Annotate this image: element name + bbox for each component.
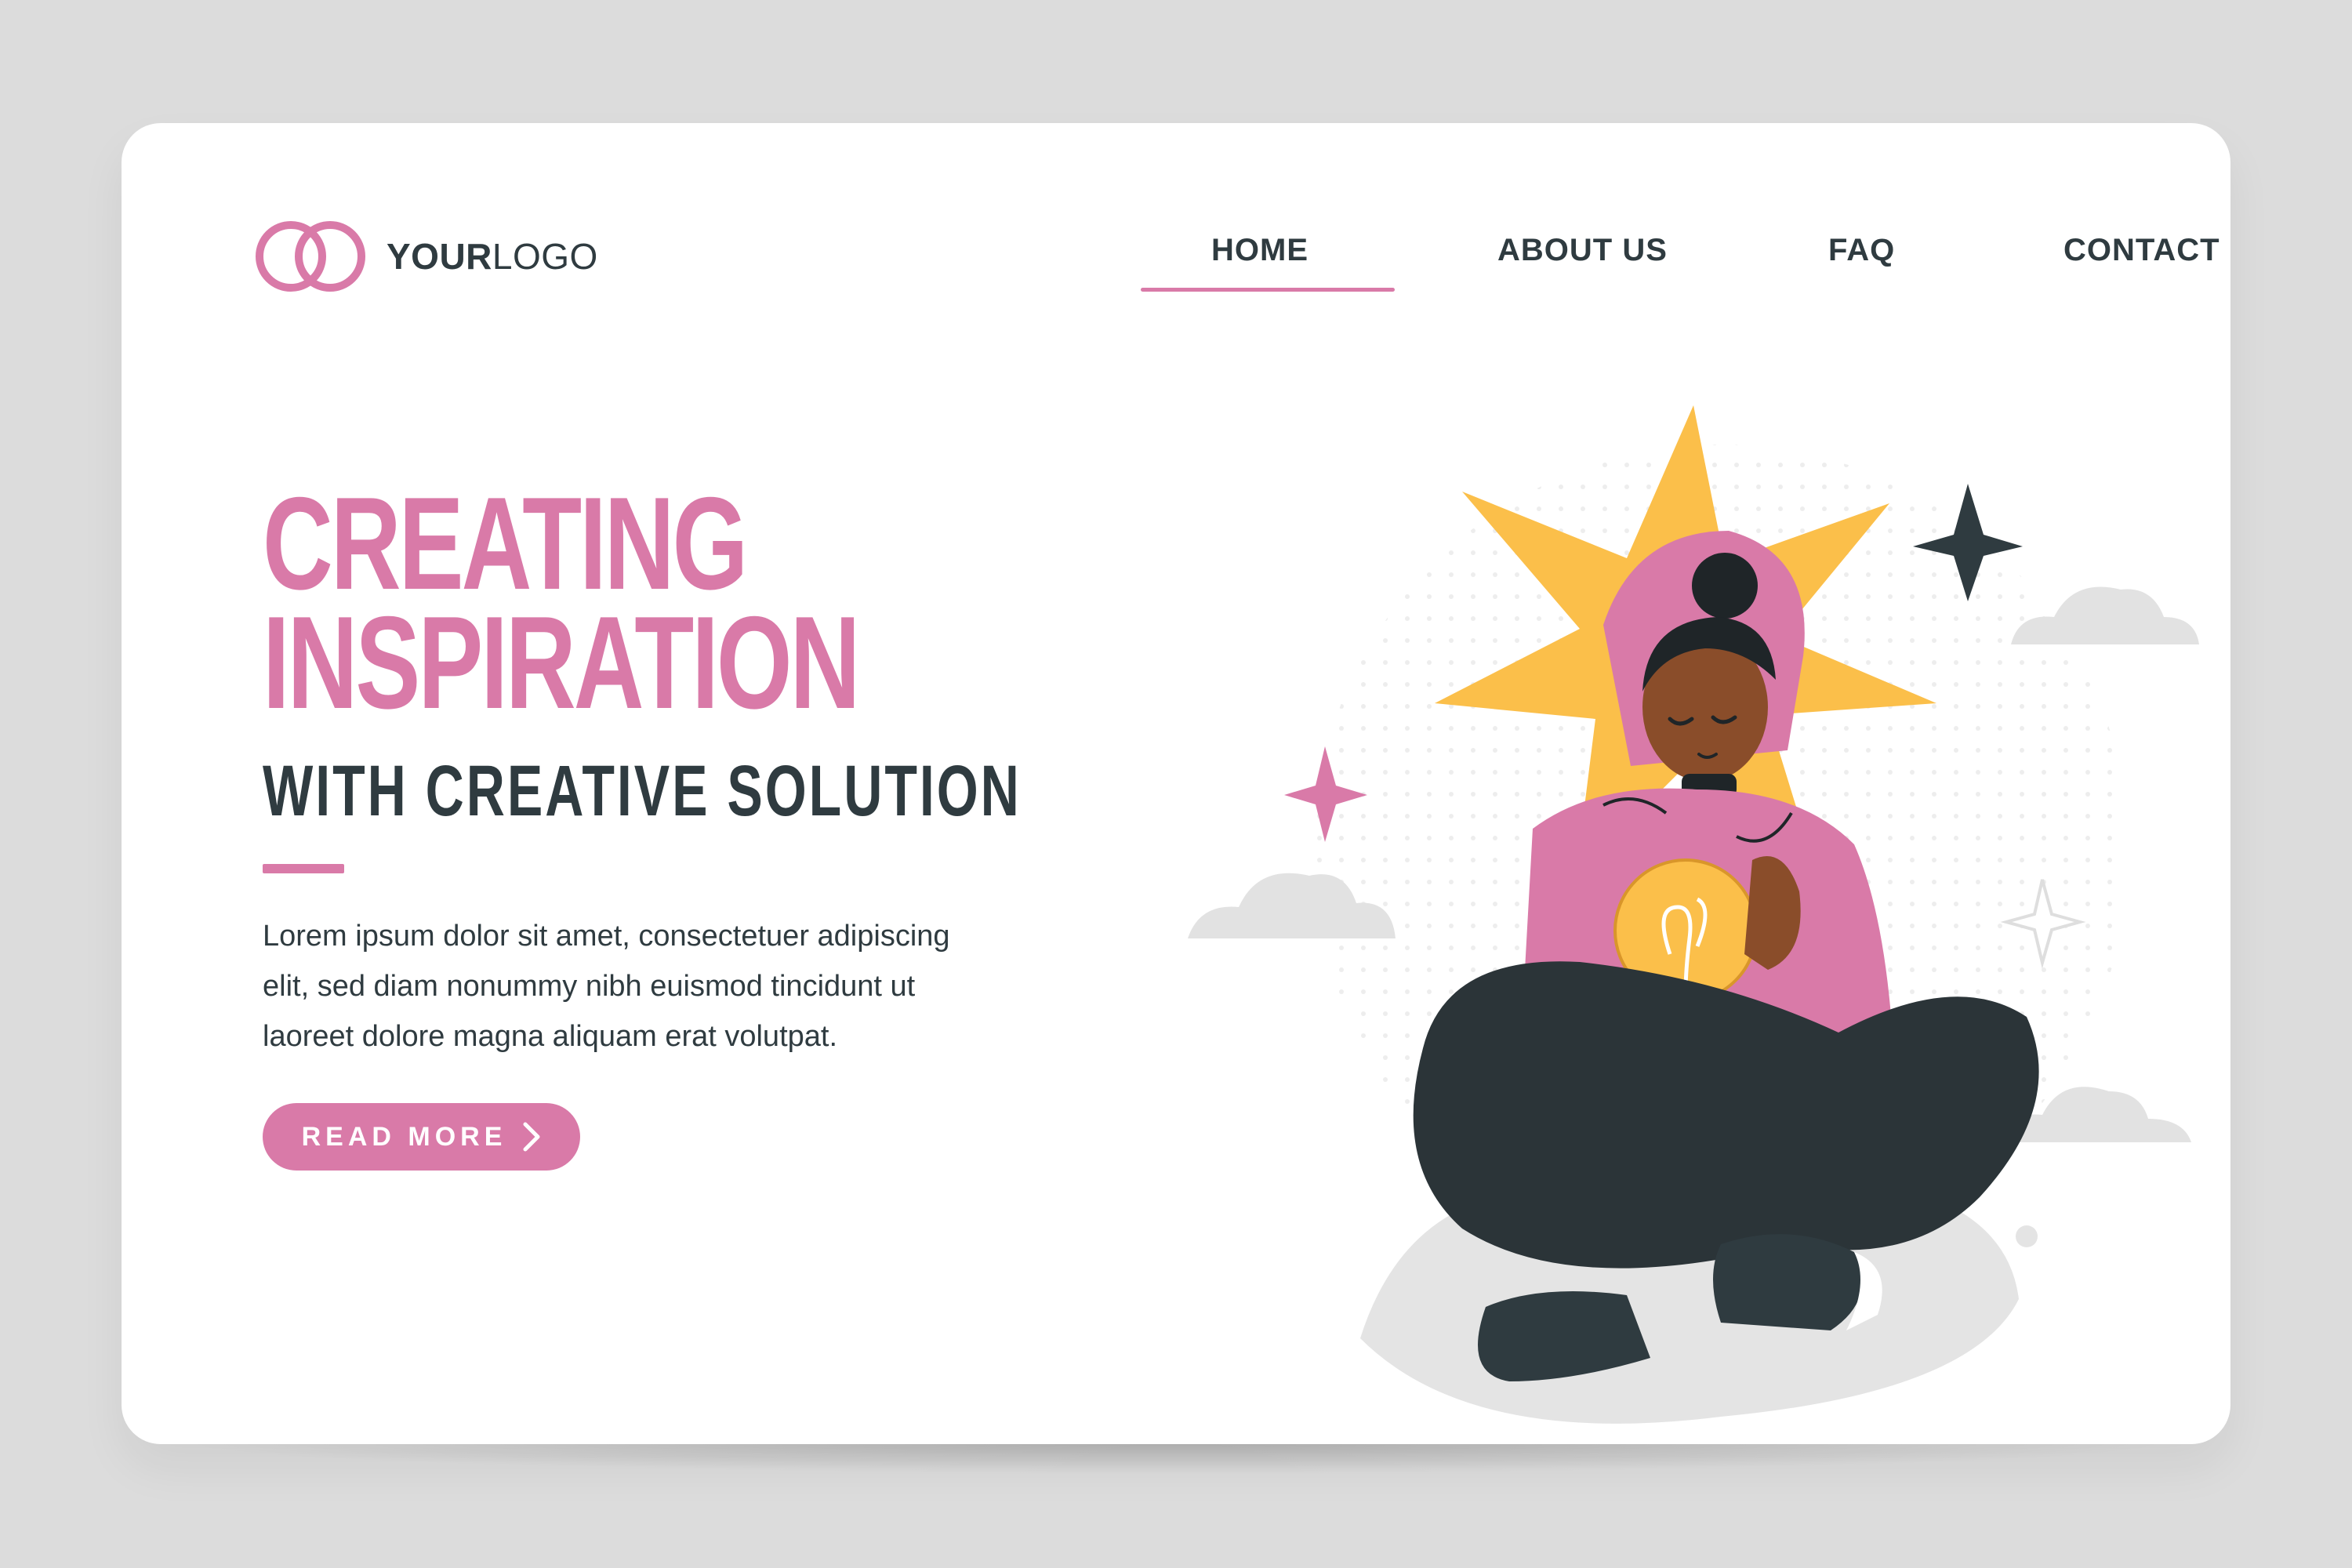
hero-title: CREATING INSPIRATION: [263, 470, 860, 736]
body-line-2: elit, sed diam nonummy nibh euismod tinc…: [263, 970, 916, 1003]
read-more-label: READ MORE: [301, 1121, 507, 1152]
hero-subtitle: WITH CREATIVE SOLUTION: [263, 751, 1022, 831]
hero-body-text: Lorem ipsum dolor sit amet, consectetuer…: [263, 911, 1000, 1062]
legs: [1413, 961, 2039, 1269]
body-line-3: laoreet dolore magna aliquam erat volutp…: [263, 1020, 838, 1053]
body-line-1: Lorem ipsum dolor sit amet, consectetuer…: [263, 920, 950, 953]
swirl-dot: [1995, 1268, 2011, 1283]
logo[interactable]: YOURLOGO: [255, 217, 598, 296]
shoe-right: [1713, 1234, 1862, 1330]
chevron-right-icon: [523, 1122, 540, 1152]
divider: [263, 864, 344, 873]
logo-text: YOURLOGO: [387, 235, 598, 278]
logo-text-light: LOGO: [492, 236, 598, 277]
swirl-dot: [2016, 1225, 2038, 1247]
interlocking-rings-icon: [256, 221, 365, 292]
hero-title-line-2: INSPIRATION: [263, 589, 860, 736]
logo-text-bold: YOUR: [387, 236, 492, 277]
landing-page-card: YOURLOGO HOME ABOUT US FAQ CONTACT CREAT…: [122, 123, 2230, 1444]
hero-title-line-1: CREATING: [263, 470, 748, 617]
hero-illustration: [1188, 405, 2199, 1424]
read-more-button[interactable]: READ MORE: [263, 1103, 580, 1171]
hair-bun: [1692, 553, 1758, 619]
